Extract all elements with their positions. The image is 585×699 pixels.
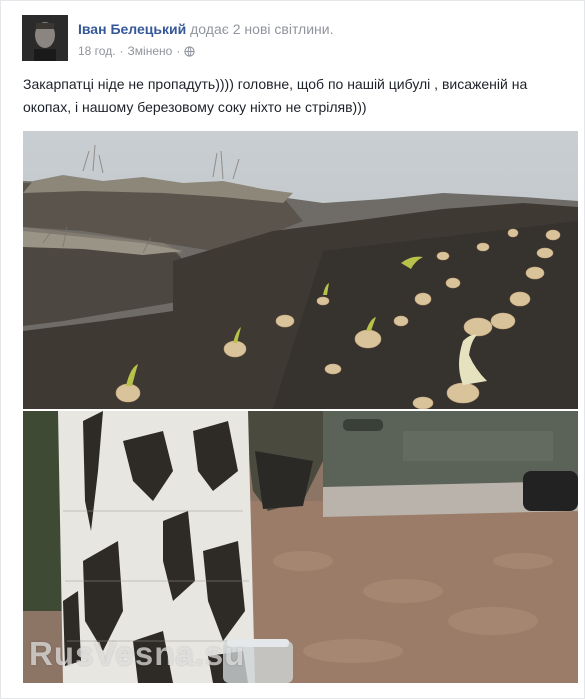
edited-label[interactable]: Змінено [128,44,173,58]
post-text: Закарпатці ніде не пропадуть)))) головне… [23,76,528,115]
photo-onions-trench[interactable] [23,131,578,409]
post-timestamp-link[interactable]: 18 год. [78,44,116,58]
post-action-text: додає 2 нові світлини. [190,21,334,37]
watermark-text: RusVesna.su [29,635,246,672]
feed-post: Іван Белецький додає 2 нові світлини. 18… [0,0,585,699]
meta-separator-2: · [176,44,181,58]
photo-birch-tree[interactable]: RusVesna.su [23,411,578,683]
post-meta: 18 год. · Змінено · [78,44,195,58]
meta-separator: · [119,44,124,58]
post-header: Іван Белецький додає 2 нові світлини. [78,21,333,37]
author-name-link[interactable]: Іван Белецький [78,21,186,37]
globe-icon[interactable] [184,45,195,57]
author-avatar[interactable] [22,15,68,61]
onion-trench-image [23,131,578,409]
avatar-photo [22,15,68,61]
